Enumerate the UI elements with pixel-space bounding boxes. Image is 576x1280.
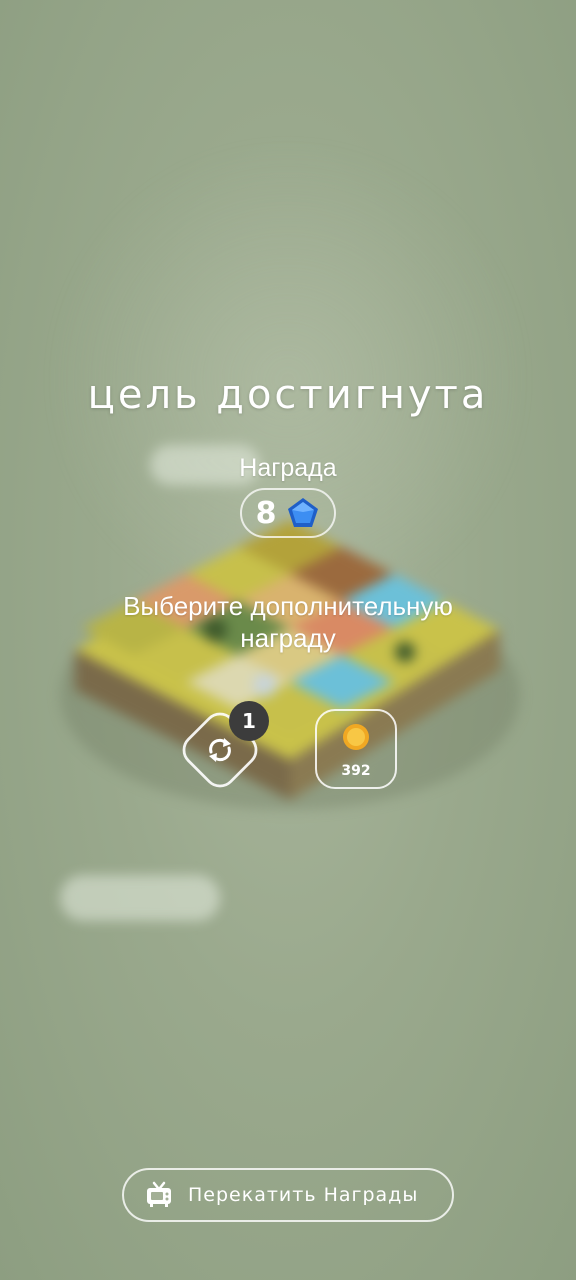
reward-label: Награда (239, 454, 337, 482)
choose-extra-reward-text: Выберите дополнительную награду (0, 590, 576, 654)
choose-line-2: награду (240, 623, 336, 653)
reroll-rewards-label: Перекатить Награды (188, 1184, 419, 1206)
reward-pill: 8 (240, 488, 336, 538)
tv-icon (147, 1181, 171, 1207)
reward-amount: 8 (255, 495, 277, 531)
coin-icon (343, 724, 369, 750)
level-complete-title: цель достигнута (87, 372, 489, 418)
coin-option-button[interactable]: 392 (315, 709, 397, 789)
choose-line-1: Выберите дополнительную (123, 591, 453, 621)
refresh-icon (209, 738, 231, 762)
blue-gem-icon (288, 498, 319, 527)
reroll-count-badge: 1 (229, 701, 269, 741)
coin-count: 392 (341, 763, 371, 779)
reroll-rewards-button[interactable]: Перекатить Награды (122, 1168, 454, 1222)
